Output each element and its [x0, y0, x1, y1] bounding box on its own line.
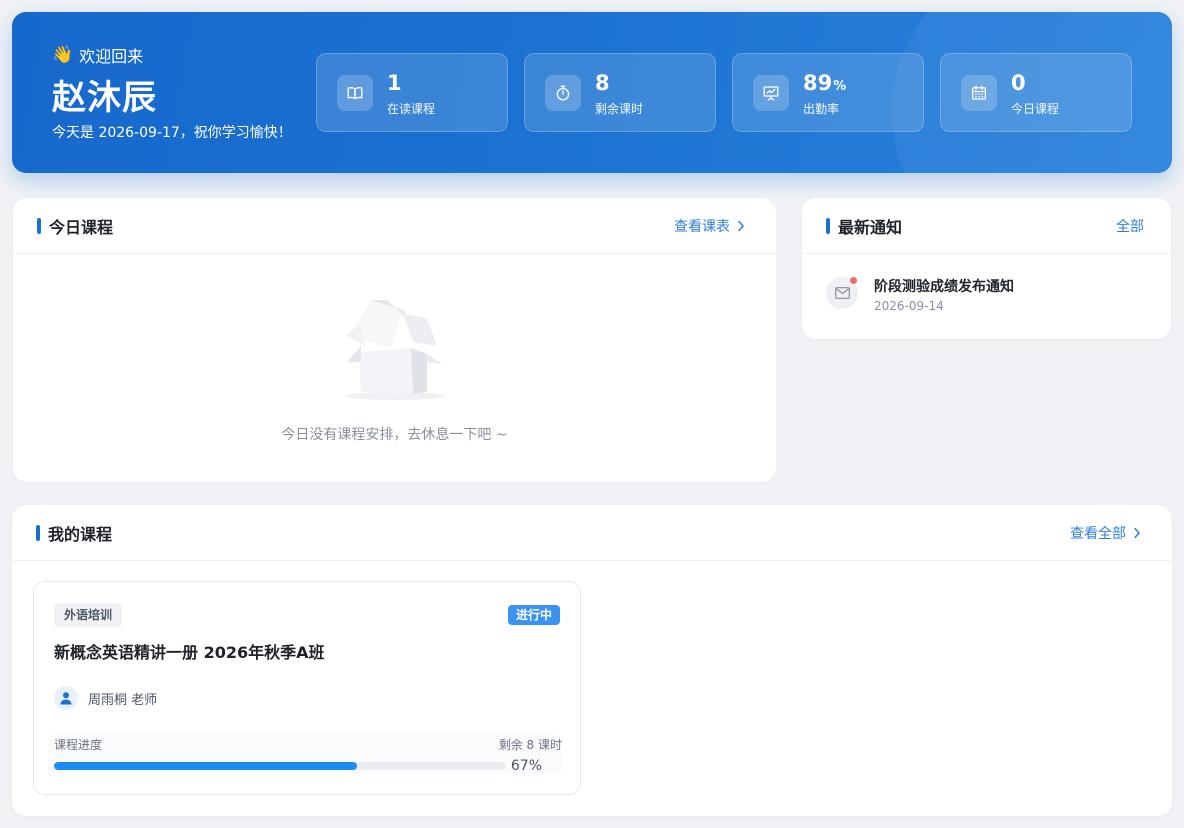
greeting-line: 👋 欢迎回来	[52, 44, 143, 66]
view-all-courses-link[interactable]: 查看全部	[1070, 523, 1142, 543]
waving-hand-icon: 👋	[52, 44, 74, 65]
today-courses-card: 今日课程 查看课表 今日没有课程安排，去休息一下吧 ~	[13, 198, 776, 482]
stat-value: 1	[387, 71, 402, 95]
notices-card: 最新通知 全部 阶段测验成绩发布通知 2026-09-14	[802, 198, 1171, 339]
card-header: 最新通知 全部	[802, 198, 1171, 254]
teacher-name: 周雨桐 老师	[88, 692, 158, 708]
user-avatar-icon	[54, 686, 78, 710]
card-header: 今日课程 查看课表	[13, 198, 776, 254]
date-line: 今天是 2026-09-17，祝你学习愉快！	[52, 125, 292, 141]
progress-label: 课程进度	[54, 738, 103, 752]
course-status-badge: 进行中	[507, 605, 560, 625]
card-title: 最新通知	[826, 215, 902, 237]
unread-dot	[849, 276, 858, 285]
remaining-lessons: 剩余 8 课时	[498, 738, 562, 752]
calendar-icon	[961, 75, 997, 111]
stat-card-remaining[interactable]: 8 剩余课时	[524, 53, 716, 132]
stat-label: 剩余课时	[595, 102, 644, 116]
progress-percent: 67%	[510, 758, 542, 774]
stat-label: 在读课程	[387, 102, 436, 116]
stat-card-today[interactable]: 0 今日课程	[940, 53, 1132, 132]
stat-value: 8	[595, 71, 610, 95]
progress-fill	[54, 762, 357, 770]
all-notices-link[interactable]: 全部	[1116, 216, 1144, 236]
book-icon	[337, 75, 373, 111]
my-courses-card: 我的课程 查看全部 外语培训 进行中 新概念英语精讲一册 2026年秋季A班 周…	[12, 505, 1172, 816]
welcome-banner: 👋 欢迎回来 赵沐辰 今天是 2026-09-17，祝你学习愉快！ 1 在读课程…	[12, 12, 1172, 173]
course-category-tag: 外语培训	[54, 603, 123, 627]
progress-track	[54, 762, 506, 770]
chevron-right-icon	[738, 220, 745, 232]
greeting-text: 欢迎回来	[79, 47, 144, 66]
stat-value: 0	[1011, 71, 1026, 95]
stat-card-enrolled[interactable]: 1 在读课程	[316, 53, 508, 132]
card-header: 我的课程 查看全部	[12, 505, 1172, 561]
view-schedule-link[interactable]: 查看课表	[674, 216, 746, 236]
course-name: 新概念英语精讲一册 2026年秋季A班	[54, 643, 325, 662]
notice-item[interactable]: 阶段测验成绩发布通知 2026-09-14	[826, 276, 1166, 316]
course-card[interactable]: 外语培训 进行中 新概念英语精讲一册 2026年秋季A班 周雨桐 老师 课程进度…	[33, 581, 581, 795]
empty-box-illustration	[345, 300, 445, 400]
empty-state-text: 今日没有课程安排，去休息一下吧 ~	[281, 427, 508, 443]
stopwatch-icon	[545, 75, 581, 111]
notice-date: 2026-09-14	[874, 299, 944, 313]
chevron-right-icon	[1134, 527, 1141, 539]
course-progress: 课程进度 剩余 8 课时 67%	[48, 734, 562, 774]
teacher-row: 周雨桐 老师	[54, 686, 157, 710]
card-title: 我的课程	[36, 522, 112, 544]
stat-label: 今日课程	[1011, 102, 1060, 116]
stat-value: 89%	[803, 71, 847, 95]
chart-board-icon	[753, 75, 789, 111]
notice-title: 阶段测验成绩发布通知	[874, 279, 1014, 295]
stat-card-attendance[interactable]: 89% 出勤率	[732, 53, 924, 132]
stat-label: 出勤率	[803, 102, 840, 116]
user-name: 赵沐辰	[52, 78, 157, 118]
card-title: 今日课程	[37, 215, 113, 237]
